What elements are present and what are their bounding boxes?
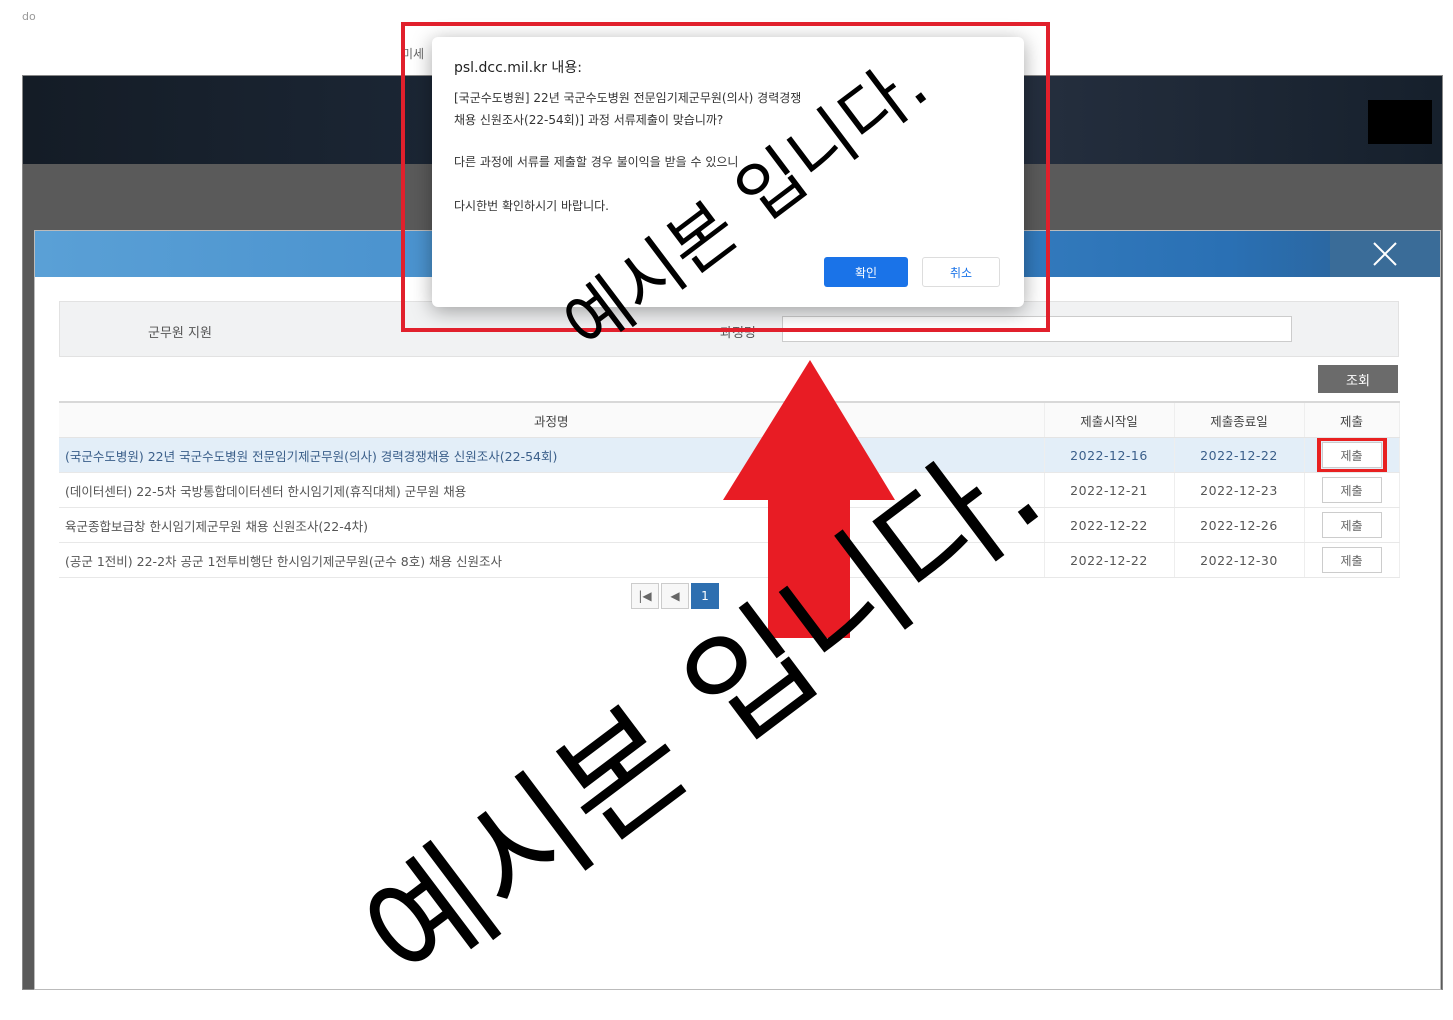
header-submit: 제출 (1304, 401, 1400, 438)
banner-block (1368, 100, 1432, 144)
end-date-cell: 2022-12-22 (1174, 437, 1305, 473)
submit-button[interactable]: 제출 (1321, 512, 1382, 538)
table-row[interactable]: (공군 1전비) 22-2차 공군 1전투비행단 한시임기제군무원(군수 8호)… (59, 542, 1400, 578)
table-row[interactable]: (국군수도병원) 22년 국군수도병원 전문임기제군무원(의사) 경력경쟁채용 … (59, 437, 1400, 473)
course-name-input[interactable] (782, 316, 1292, 342)
header-start-date: 제출시작일 (1044, 401, 1175, 438)
table-row[interactable]: (데이터센터) 22-5차 국방통합데이터센터 한시임기제(휴직대체) 군무원 … (59, 472, 1400, 508)
end-date-cell: 2022-12-26 (1174, 507, 1305, 543)
course-table: 과정명 제출시작일 제출종료일 제출 (국군수도병원) 22년 국군수도병원 전… (59, 401, 1400, 578)
confirm-dialog: psl.dcc.mil.kr 내용: [국군수도병원] 22년 국군수도병원 전… (432, 37, 1024, 307)
close-icon (1373, 242, 1397, 266)
page-1-button[interactable]: 1 (691, 583, 719, 609)
start-date-cell: 2022-12-22 (1044, 507, 1175, 543)
header-course-name: 과정명 (59, 401, 1045, 438)
end-date-cell: 2022-12-30 (1174, 542, 1305, 578)
submit-button[interactable]: 제출 (1321, 547, 1382, 573)
dialog-cancel-button[interactable]: 취소 (922, 257, 1000, 287)
search-button[interactable]: 조회 (1318, 365, 1398, 393)
background-ghost-text: 미세 (402, 47, 425, 61)
header-end-date: 제출종료일 (1174, 401, 1305, 438)
filter-bar: 군무원 지원 과정명 (59, 301, 1399, 357)
start-date-cell: 2022-12-22 (1044, 542, 1175, 578)
submit-button[interactable]: 제출 (1321, 477, 1382, 503)
dialog-ok-button[interactable]: 확인 (824, 257, 908, 287)
page-corner-label: do (22, 10, 36, 23)
filter-label: 군무원 지원 (148, 326, 212, 341)
submit-cell: 제출 (1304, 542, 1400, 578)
course-name-cell: (국군수도병원) 22년 국군수도병원 전문임기제군무원(의사) 경력경쟁채용 … (59, 437, 1045, 473)
table-row[interactable]: 육군종합보급창 한시임기제군무원 채용 신원조사(22-4차) 2022-12-… (59, 507, 1400, 543)
end-date-cell: 2022-12-23 (1174, 472, 1305, 508)
first-page-button[interactable]: |◀ (631, 583, 659, 609)
prev-page-button[interactable]: ◀ (661, 583, 689, 609)
start-date-cell: 2022-12-16 (1044, 437, 1175, 473)
course-name-cell: (공군 1전비) 22-2차 공군 1전투비행단 한시임기제군무원(군수 8호)… (59, 542, 1045, 578)
submit-cell: 제출 (1304, 472, 1400, 508)
pagination: |◀ ◀ 1 (631, 583, 719, 609)
submit-cell: 제출 (1304, 437, 1400, 473)
table-header-row: 과정명 제출시작일 제출종료일 제출 (59, 401, 1400, 438)
close-button[interactable] (1330, 231, 1440, 277)
dialog-message-line: 다시한번 확인하시기 바랍니다. (454, 199, 609, 213)
submit-cell: 제출 (1304, 507, 1400, 543)
submit-button[interactable]: 제출 (1316, 437, 1387, 472)
application-modal: 군무원 지원 과정명 조회 과정명 제출시작일 제출종료일 제출 (국군수도병원… (34, 230, 1441, 990)
start-date-cell: 2022-12-21 (1044, 472, 1175, 508)
dialog-origin: psl.dcc.mil.kr 내용: (454, 60, 582, 76)
dialog-message-line: 채용 신원조사(22-54회)] 과정 서류제출이 맞습니까? (454, 113, 724, 127)
course-name-cell: (데이터센터) 22-5차 국방통합데이터센터 한시임기제(휴직대체) 군무원 … (59, 472, 1045, 508)
course-name-cell: 육군종합보급창 한시임기제군무원 채용 신원조사(22-4차) (59, 507, 1045, 543)
course-name-label: 과정명 (720, 326, 756, 341)
dialog-message-line: [국군수도병원] 22년 국군수도병원 전문임기제군무원(의사) 경력경쟁 (454, 91, 802, 105)
dialog-message-line: 다른 과정에 서류를 제출할 경우 불이익을 받을 수 있으니 (454, 155, 739, 169)
